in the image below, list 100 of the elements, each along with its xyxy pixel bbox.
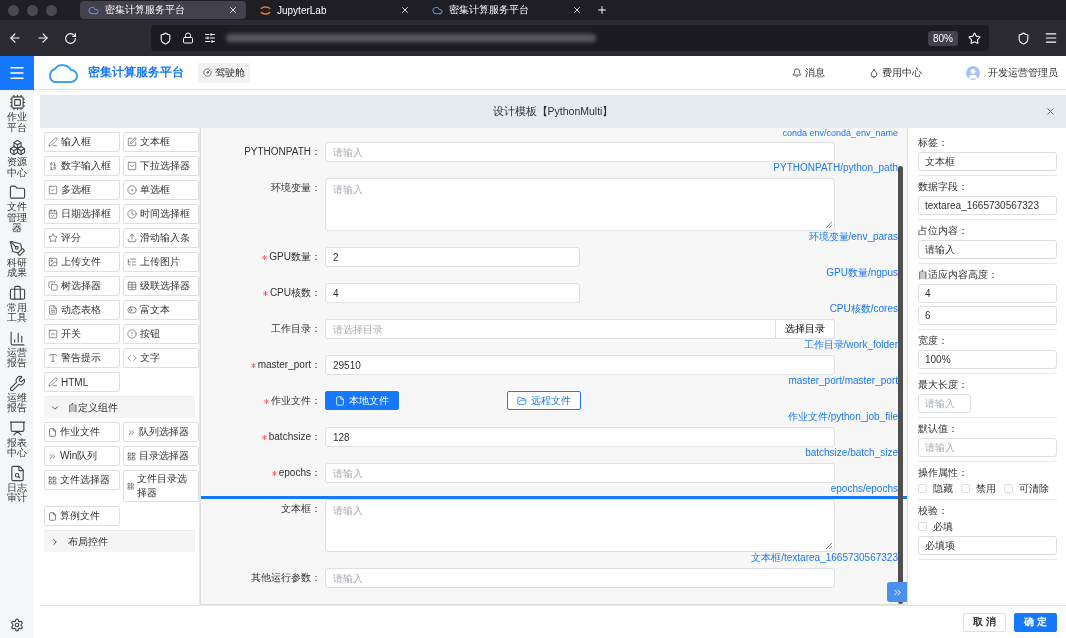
nav-item[interactable]: 资源中心 <box>7 139 27 178</box>
browser-tab[interactable]: JupyterLab <box>252 1 418 19</box>
component-item[interactable]: 警告提示 <box>44 348 120 368</box>
group-header[interactable]: 自定义组件 <box>44 396 195 418</box>
browser-tab[interactable]: 密集计算服务平台 <box>424 1 590 19</box>
component-item[interactable]: 开关 <box>44 324 120 344</box>
menu-icon[interactable] <box>1044 31 1058 45</box>
cockpit-link[interactable]: 驾驶舱 <box>198 62 250 83</box>
component-item[interactable]: 队列选择器 <box>123 422 199 442</box>
nav-item[interactable]: 报表中心 <box>7 419 27 459</box>
browser-tab[interactable]: 密集计算服务平台 <box>80 1 246 19</box>
close-icon[interactable] <box>572 5 582 15</box>
component-item[interactable]: 文件选择器 <box>44 470 120 490</box>
input-field[interactable]: 必填项 <box>918 536 1057 555</box>
input-field[interactable]: 4 <box>325 283 580 303</box>
scrollbar[interactable] <box>898 166 903 604</box>
component-item[interactable]: 富文本 <box>123 300 199 320</box>
component-item[interactable]: 动态表格 <box>44 300 120 320</box>
component-item[interactable]: 输入框 <box>44 132 120 152</box>
input-field[interactable]: textarea_1665730567323 <box>918 196 1057 215</box>
component-item[interactable]: 作业文件 <box>44 422 120 442</box>
field-label: master_port： <box>257 358 321 372</box>
component-item[interactable]: 上传图片 <box>123 252 199 272</box>
bookmark-icon[interactable] <box>968 31 981 45</box>
edit-icon <box>127 137 137 147</box>
input-field[interactable]: 请选择目录 <box>325 319 776 339</box>
field-label: PYTHONPATH： <box>244 145 321 159</box>
input-field[interactable]: 请输入 <box>918 438 1057 457</box>
checkbox[interactable] <box>918 522 927 531</box>
address-bar[interactable]: 80% <box>151 25 989 51</box>
cancel-button[interactable]: 取 消 <box>963 612 1007 632</box>
component-item[interactable]: 时间选择框 <box>123 204 199 224</box>
nav-item[interactable]: 运维报告 <box>7 374 27 414</box>
component-item[interactable]: 单选框 <box>123 180 199 200</box>
input-field[interactable]: 2 <box>325 247 580 267</box>
nav-item[interactable]: 常用工具 <box>7 284 27 324</box>
component-item[interactable]: 树选择器 <box>44 276 120 296</box>
presentation-icon <box>8 419 26 437</box>
component-item[interactable]: 算例文件 <box>44 506 120 526</box>
local-file-button[interactable]: 本地文件 <box>325 391 399 410</box>
component-item[interactable]: 多选框 <box>44 180 120 200</box>
nav-item[interactable]: 文件管理器 <box>7 184 27 234</box>
close-button[interactable] <box>1045 106 1056 117</box>
component-item[interactable]: 目录选择器 <box>123 446 199 466</box>
settings-icon[interactable] <box>10 618 24 632</box>
input-field[interactable]: 请输入 <box>325 142 835 162</box>
component-item[interactable]: 文字 <box>123 348 199 368</box>
input-field[interactable]: 请输入 <box>918 394 971 413</box>
component-item[interactable]: 滑动输入条 <box>123 228 199 248</box>
nav-item[interactable]: 作业平台 <box>7 94 27 133</box>
input-field[interactable]: 4 <box>918 284 1057 303</box>
square-icon <box>48 329 58 339</box>
menu-button[interactable] <box>0 55 34 90</box>
field-tag: PYTHONPATH/python_path <box>773 162 898 174</box>
input-field[interactable]: 6 <box>918 306 1057 325</box>
field-label: epochs： <box>278 466 321 480</box>
messages-link[interactable]: 消息 <box>792 65 825 80</box>
input-field[interactable]: 请输入 <box>325 568 835 588</box>
checkbox[interactable] <box>918 484 927 493</box>
group-header[interactable]: 布局控件 <box>44 530 195 552</box>
component-item[interactable]: 文件目录选择器 <box>123 470 199 502</box>
checkbox[interactable] <box>961 484 970 493</box>
remote-file-button[interactable]: 远程文件 <box>507 391 581 410</box>
input-field[interactable]: 29510 <box>325 355 835 375</box>
billing-link[interactable]: 费用中心 <box>869 65 922 80</box>
component-item[interactable]: 数字输入框 <box>44 156 120 176</box>
component-item[interactable]: 上传文件 <box>44 252 120 272</box>
component-item[interactable]: Win队列 <box>44 446 120 466</box>
input-field[interactable]: 请输入 <box>325 463 835 483</box>
component-item[interactable]: 级联选择器 <box>123 276 199 296</box>
zoom-level[interactable]: 80% <box>928 30 958 46</box>
text-area[interactable]: 请输入 <box>325 499 835 552</box>
confirm-button[interactable]: 确 定 <box>1014 612 1057 632</box>
component-item[interactable]: HTML <box>44 372 120 392</box>
shield-icon[interactable] <box>1017 31 1030 45</box>
nav-item[interactable]: 日志审计 <box>7 464 27 504</box>
nav-item[interactable]: 科研成果 <box>7 239 27 279</box>
component-item[interactable]: 评分 <box>44 228 120 248</box>
component-item[interactable]: 按钮 <box>123 324 199 344</box>
field-label: 自适应内容高度： <box>918 268 999 281</box>
text-area[interactable]: 请输入 <box>325 178 835 231</box>
input-field[interactable]: 文本框 <box>918 152 1057 171</box>
reload-icon[interactable] <box>64 31 77 45</box>
component-item[interactable]: 下拉选择器 <box>123 156 199 176</box>
close-icon[interactable] <box>228 5 238 15</box>
dropdown-icon <box>127 161 137 171</box>
input-field[interactable]: 100% <box>918 350 1057 369</box>
new-tab-icon[interactable] <box>596 4 608 16</box>
select-folder-button[interactable]: 选择目录 <box>776 319 835 339</box>
back-icon[interactable] <box>8 31 22 45</box>
cloud-icon <box>432 4 443 16</box>
input-field[interactable]: 请输入 <box>918 240 1057 259</box>
close-icon[interactable] <box>400 5 410 15</box>
nav-item[interactable]: 运营报告 <box>7 329 27 369</box>
forward-icon[interactable] <box>36 31 50 45</box>
input-field[interactable]: 128 <box>325 427 835 447</box>
user-menu[interactable]: 开发运营管理员 <box>988 65 1058 80</box>
checkbox[interactable] <box>1004 484 1013 493</box>
component-item[interactable]: 文本框 <box>123 132 199 152</box>
component-item[interactable]: 日期选择框 <box>44 204 120 224</box>
